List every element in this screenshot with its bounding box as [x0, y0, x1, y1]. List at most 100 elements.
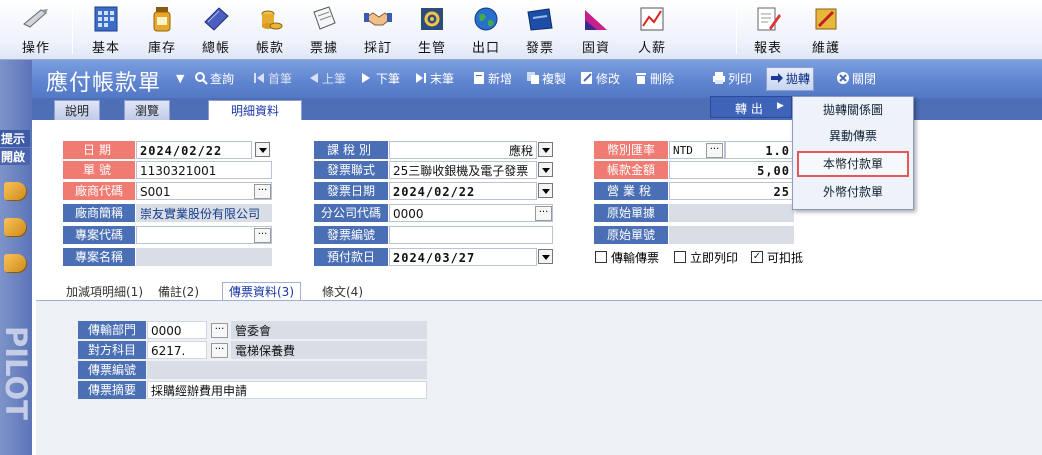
toolbar-payroll[interactable]: 人薪: [626, 2, 678, 58]
project-name-field: [136, 248, 272, 266]
first-record-button[interactable]: 首筆: [252, 70, 292, 90]
invoice-type-dropdown-button[interactable]: [538, 162, 553, 177]
number-field[interactable]: 1130321001: [136, 161, 272, 179]
close-icon: [837, 72, 849, 84]
transfer-out-menu-item[interactable]: 轉 出: [735, 100, 763, 117]
print-button[interactable]: 列印: [712, 70, 752, 90]
last-record-button[interactable]: 末筆: [414, 70, 454, 90]
toolbar-notes[interactable]: 票據: [298, 2, 350, 58]
exchange-rate-field[interactable]: 1.0: [725, 141, 794, 159]
toolbar-invoice[interactable]: 發票: [514, 2, 566, 58]
toolbar-accounts[interactable]: 帳款: [244, 2, 296, 58]
tab-browse[interactable]: 瀏覽: [124, 100, 171, 120]
toolbar-production[interactable]: 生管: [406, 2, 458, 58]
copy-button[interactable]: 複製: [526, 70, 566, 90]
toolbar-label: 出口: [471, 41, 500, 56]
invoice-no-field[interactable]: [389, 226, 553, 244]
date-field[interactable]: 2024/02/22: [136, 141, 252, 159]
orig-doc-field: [669, 204, 794, 222]
next-record-button[interactable]: 下筆: [360, 70, 400, 90]
invoice-date-dropdown-button[interactable]: [538, 183, 553, 198]
dept-name-field: 管委會: [231, 321, 427, 339]
summary-field[interactable]: 採購經辦費用申請: [147, 381, 427, 399]
number-label: 單號: [63, 161, 135, 179]
vendor-name-field: 崇友實業股份有限公司: [136, 204, 272, 222]
new-button[interactable]: 新增: [472, 70, 512, 90]
amount-field[interactable]: 5,00: [669, 161, 794, 179]
branch-code-field[interactable]: 0000: [389, 204, 553, 222]
deductible-checkbox[interactable]: ✓: [751, 251, 763, 263]
toolbar-reports[interactable]: 報表: [742, 2, 794, 58]
dept-lookup-button[interactable]: ···: [211, 323, 228, 338]
toolbar-inventory[interactable]: 庫存: [136, 2, 188, 58]
tax-field[interactable]: 25: [669, 182, 794, 200]
chevron-right-icon: ▶: [777, 101, 784, 111]
invoice-folder-icon: [527, 8, 553, 31]
menu-item-change-voucher[interactable]: 異動傳票: [793, 125, 913, 147]
due-date-field[interactable]: 2024/03/27: [389, 248, 537, 266]
print-now-checkbox[interactable]: [674, 251, 686, 263]
transmit-voucher-checkbox[interactable]: [595, 251, 607, 263]
subtab-adjustments[interactable]: 加減項明細(1): [60, 283, 149, 301]
toolbar-label: 採訂: [363, 41, 392, 56]
account-code-field[interactable]: 6217.: [147, 341, 207, 359]
pen-tool-icon: [23, 9, 48, 28]
toolbar-separator: [72, 6, 73, 54]
toolbar-operate[interactable]: 操作: [10, 2, 62, 58]
delete-button[interactable]: 刪除: [634, 70, 674, 90]
hint-tab[interactable]: 提示: [0, 130, 30, 147]
pencil-icon[interactable]: [4, 218, 26, 236]
toolbar-fixed-assets[interactable]: 固資: [570, 2, 622, 58]
transfer-button[interactable]: 拋轉: [766, 67, 815, 91]
toolbar-purchase[interactable]: 採訂: [352, 2, 404, 58]
project-lookup-button[interactable]: ···: [254, 228, 271, 243]
due-date-label: 預付款日: [314, 248, 388, 266]
vendor-code-field[interactable]: S001: [136, 182, 272, 200]
query-button[interactable]: 查詢: [194, 70, 234, 90]
chevron-down-icon[interactable]: ▼: [176, 72, 184, 85]
voucher-no-field: [147, 361, 427, 379]
date-dropdown-button[interactable]: [255, 142, 270, 157]
currency-lookup-button[interactable]: ···: [706, 143, 723, 158]
dept-label: 傳輸部門: [78, 321, 146, 339]
invoice-type-select[interactable]: 25三聯收銀機及電子發票: [389, 161, 537, 179]
transfer-submenu[interactable]: 轉 出 ▶: [710, 96, 792, 118]
tab-description[interactable]: 說明: [54, 100, 101, 120]
due-date-dropdown-button[interactable]: [538, 249, 553, 264]
subtab-voucher[interactable]: 傳票資料(3): [222, 282, 301, 300]
tax-type-select[interactable]: 應稅: [389, 141, 537, 159]
menu-item-local-currency-payment[interactable]: 本幣付款單: [797, 151, 909, 177]
toolbar-maintenance[interactable]: 維護: [800, 2, 852, 58]
edit-button[interactable]: 修改: [580, 70, 620, 90]
amount-label: 帳款金額: [594, 161, 668, 179]
tax-type-dropdown-button[interactable]: [538, 142, 553, 157]
subtab-terms[interactable]: 條文(4): [316, 283, 369, 301]
account-lookup-button[interactable]: ···: [211, 343, 228, 358]
pencil-icon[interactable]: [4, 182, 26, 200]
menu-item-foreign-currency-payment[interactable]: 外幣付款單: [793, 181, 913, 203]
payroll-chart-icon: [640, 7, 664, 31]
search-icon: [195, 72, 208, 85]
pencil-icon[interactable]: [4, 254, 26, 272]
branch-lookup-button[interactable]: ···: [535, 206, 552, 221]
prev-record-button[interactable]: 上筆: [306, 70, 346, 90]
toolbar-export[interactable]: 出口: [460, 2, 512, 58]
open-tab[interactable]: 開啟: [0, 148, 30, 165]
tab-detail[interactable]: 明細資料: [208, 100, 303, 120]
vendor-lookup-button[interactable]: ···: [254, 184, 271, 199]
invoice-date-field[interactable]: 2024/02/22: [389, 182, 537, 200]
copy-icon: [527, 72, 539, 84]
voucher-panel: 傳輸部門 0000 ··· 管委會 對方科目 6217. ··· 電梯保養費 傳…: [36, 300, 1042, 455]
toolbar-basic[interactable]: 基本: [80, 2, 132, 58]
left-side-strip: 提示 開啟 PILOT: [0, 60, 33, 455]
dept-code-field[interactable]: 0000: [147, 321, 207, 339]
menu-item-transfer-relation-chart[interactable]: 拋轉關係圖: [793, 99, 913, 121]
transfer-out-menu: 拋轉關係圖 異動傳票 本幣付款單 外幣付款單: [792, 96, 914, 210]
subtab-notes[interactable]: 備註(2): [152, 283, 205, 301]
project-name-label: 專案名稱: [63, 248, 135, 266]
project-code-field[interactable]: [136, 226, 272, 244]
toolbar-label: 總帳: [201, 41, 230, 56]
close-button[interactable]: 關閉: [836, 70, 876, 90]
toolbar-label: 固資: [581, 41, 610, 56]
toolbar-general-ledger[interactable]: 總帳: [190, 2, 242, 58]
